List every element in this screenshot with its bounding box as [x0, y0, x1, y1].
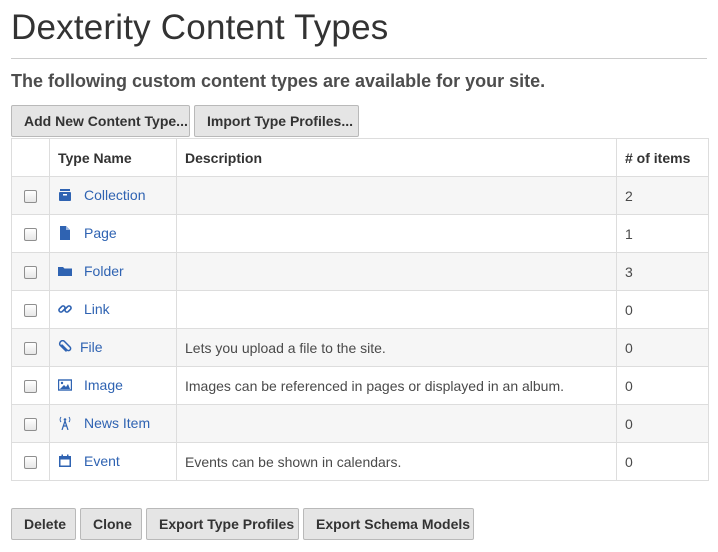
export-type-profiles-button[interactable]: Export Type Profiles [146, 508, 299, 540]
header-select-cell [11, 138, 50, 177]
broadcast-icon [58, 416, 72, 430]
type-name: Folder [84, 262, 124, 279]
type-description [176, 290, 617, 329]
paperclip-icon [58, 339, 72, 354]
type-description: Events can be shown in calendars. [176, 442, 617, 481]
type-name: Image [84, 376, 123, 393]
type-link-link[interactable]: Link [58, 301, 110, 317]
table-row: Page 1 [11, 214, 709, 253]
type-name: File [80, 338, 103, 355]
row-select-checkbox[interactable] [24, 304, 37, 318]
type-description [176, 404, 617, 443]
item-count: 3 [616, 252, 709, 291]
item-count: 0 [616, 404, 709, 443]
table-row: Image Images can be referenced in pages … [11, 366, 709, 405]
table-row: File Lets you upload a file to the site.… [11, 328, 709, 367]
table-row: Event Events can be shown in calendars. … [11, 442, 709, 481]
item-count: 2 [616, 176, 709, 215]
item-count: 1 [616, 214, 709, 253]
header-description: Description [176, 138, 617, 177]
type-description: Images can be referenced in pages or dis… [176, 366, 617, 405]
import-type-profiles-button[interactable]: Import Type Profiles... [194, 105, 359, 137]
type-link-folder[interactable]: Folder [58, 263, 124, 279]
type-link-page[interactable]: Page [58, 225, 117, 241]
type-description [176, 176, 617, 215]
type-link-event[interactable]: Event [58, 453, 120, 469]
item-count: 0 [616, 290, 709, 329]
type-description [176, 252, 617, 291]
header-type-name: Type Name [49, 138, 177, 177]
delete-button[interactable]: Delete [11, 508, 76, 540]
header-item-count: # of items [616, 138, 709, 177]
table-row: News Item 0 [11, 404, 709, 443]
content-types-table: Type Name Description # of items Collect… [11, 138, 709, 481]
folder-icon [58, 264, 72, 278]
item-count: 0 [616, 366, 709, 405]
item-count: 0 [616, 328, 709, 367]
image-icon [58, 378, 72, 392]
item-count: 0 [616, 442, 709, 481]
row-select-checkbox[interactable] [24, 190, 37, 204]
page-description: The following custom content types are a… [11, 71, 546, 91]
page-title: Dexterity Content Types [11, 8, 389, 47]
calendar-icon [58, 454, 72, 468]
row-select-checkbox[interactable] [24, 342, 37, 356]
type-name: Link [84, 300, 110, 317]
type-link-file[interactable]: File [58, 339, 103, 355]
type-link-news-item[interactable]: News Item [58, 415, 150, 431]
type-name: Event [84, 452, 120, 469]
type-name: Collection [84, 186, 146, 203]
type-name: Page [84, 224, 117, 241]
table-header-row: Type Name Description # of items [11, 138, 709, 177]
table-row: Folder 3 [11, 252, 709, 291]
row-select-checkbox[interactable] [24, 266, 37, 280]
type-name: News Item [84, 414, 151, 431]
row-select-checkbox[interactable] [24, 228, 37, 242]
title-divider [11, 58, 707, 59]
row-select-checkbox[interactable] [24, 380, 37, 394]
add-content-type-button[interactable]: Add New Content Type... [11, 105, 190, 137]
row-select-checkbox[interactable] [24, 418, 37, 432]
collection-icon [58, 188, 72, 202]
type-link-image[interactable]: Image [58, 377, 123, 393]
table-row: Collection 2 [11, 176, 709, 215]
link-icon [58, 302, 72, 316]
export-schema-models-button[interactable]: Export Schema Models [303, 508, 474, 540]
type-link-collection[interactable]: Collection [58, 187, 145, 203]
table-row: Link 0 [11, 290, 709, 329]
row-select-checkbox[interactable] [24, 456, 37, 470]
type-description: Lets you upload a file to the site. [176, 328, 617, 367]
type-description [176, 214, 617, 253]
clone-button[interactable]: Clone [80, 508, 142, 540]
page-icon [58, 225, 72, 240]
